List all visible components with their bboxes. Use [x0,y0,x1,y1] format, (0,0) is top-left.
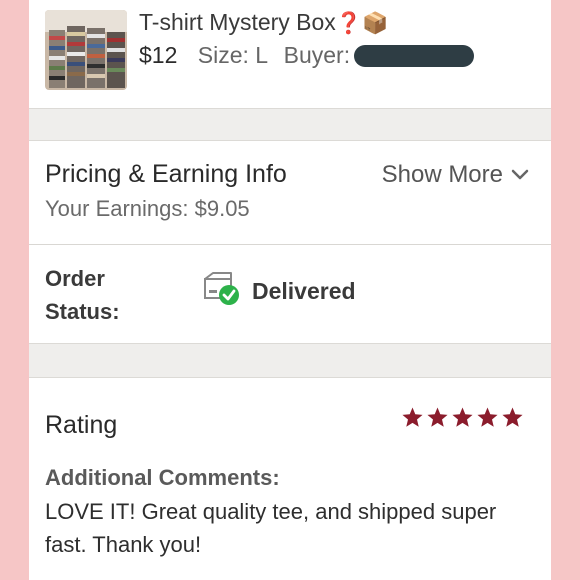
item-title[interactable]: T-shirt Mystery Box❓📦 [139,9,388,36]
chevron-down-icon [511,169,529,180]
buyer-redaction [354,45,475,67]
earnings-text: Your Earnings: $9.05 [45,196,250,221]
order-status-label-line1: Order [45,266,105,291]
buyer-label: Buyer: [283,42,351,68]
comments-label: Additional Comments: [45,465,280,490]
show-more-button[interactable]: Show More [382,161,529,189]
item-size: Size: L [197,42,268,68]
item-summary[interactable]: T-shirt Mystery Box❓📦 $12 Size: L Buyer: [29,0,551,108]
show-more-label: Show More [381,161,503,188]
rating-title: Rating [45,411,118,439]
item-title-text: T-shirt Mystery Box [139,9,336,35]
order-status-label-line2: Status: [45,299,120,324]
star-rating [401,406,524,429]
order-status-label: Order Status: [45,262,120,328]
star-icon [477,407,498,427]
item-title-emoji: ❓📦 [335,11,389,35]
section-divider [29,108,551,141]
item-meta: $12 Size: L Buyer: [139,42,475,69]
section-divider [29,343,551,378]
star-icon [452,407,473,427]
star-icon [427,407,448,427]
rating-section: Rating Additional Comments: LOVE IT! Gre… [29,378,551,580]
box-check-icon [204,272,239,305]
order-status-value: Delivered [252,278,356,304]
pricing-title: Pricing & Earning Info [45,160,287,188]
comment-text: LOVE IT! Great quality tee, and shipped … [45,499,497,557]
order-details-panel: T-shirt Mystery Box❓📦 $12 Size: L Buyer:… [29,0,551,580]
item-price: $12 [139,42,178,68]
star-icon [402,407,423,427]
star-icon [502,407,523,427]
pricing-section: Pricing & Earning Info Show More Your Ea… [29,141,551,245]
item-thumbnail[interactable] [45,10,127,90]
order-status-row: Order Status: Delivered [29,245,551,343]
